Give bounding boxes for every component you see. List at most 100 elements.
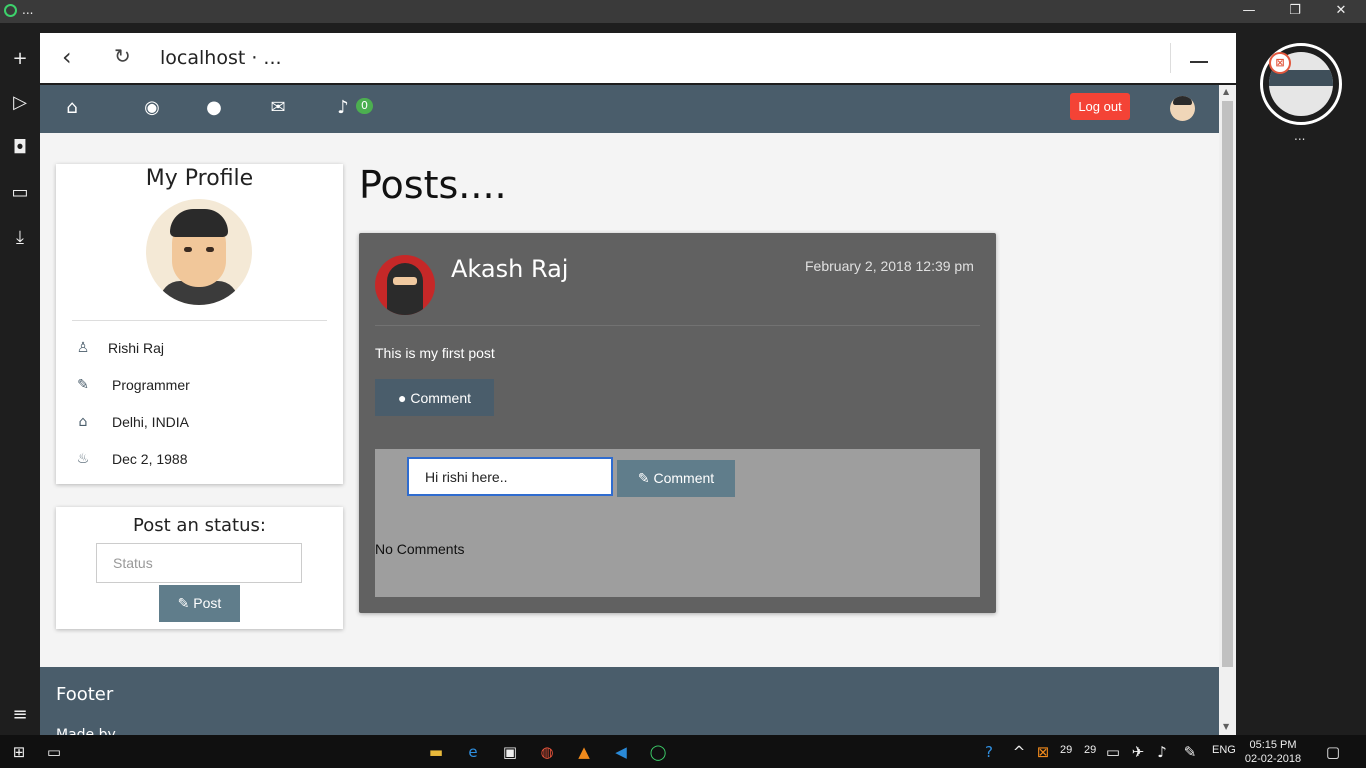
play-icon[interactable]: ▷ <box>8 91 32 115</box>
page-footer: Footer Made by <box>40 667 1219 735</box>
windows-start-icon[interactable]: ⊞ <box>8 741 30 763</box>
male-icon: ♙ <box>76 340 90 356</box>
help-icon[interactable]: ? <box>978 741 1000 763</box>
volume-icon[interactable]: ♪ <box>1151 741 1173 763</box>
pencil-icon: ✎ <box>637 470 654 486</box>
speed-dial-panel: ⊠ ... <box>1236 23 1366 740</box>
comment-toggle-label: Comment <box>410 389 472 406</box>
post-button[interactable]: ✎ Post <box>159 585 240 622</box>
task-view-icon[interactable]: ▭ <box>43 741 65 763</box>
globe-icon[interactable]: ◉ <box>141 97 163 118</box>
scroll-down-icon[interactable]: ▼ <box>1223 722 1229 731</box>
url-text[interactable]: localhost · ... <box>160 47 282 69</box>
speed-dial-label: ... <box>1294 129 1306 143</box>
profile-card: My Profile ♙ Rishi Raj ✎ Programmer ⌂ De… <box>56 164 343 484</box>
comment-submit-label: Comment <box>653 470 715 486</box>
comment-submit-button[interactable]: ✎ Comment <box>617 460 735 497</box>
tray-value-1: 29 <box>1060 744 1073 756</box>
speech-bubble-icon: ● <box>397 389 411 406</box>
profile-title: My Profile <box>145 166 254 191</box>
chrome-icon[interactable]: ◍ <box>536 741 558 763</box>
chevron-up-icon[interactable]: ^ <box>1008 741 1030 763</box>
add-icon[interactable]: + <box>8 47 32 71</box>
xampp-tray-icon[interactable]: ⊠ <box>1032 741 1054 763</box>
vlc-icon[interactable]: ▲ <box>573 741 595 763</box>
airplane-icon[interactable]: ✈ <box>1127 741 1149 763</box>
clock[interactable]: 05:15 PM 02-02-2018 <box>1243 738 1303 766</box>
photos-icon[interactable]: ▣ <box>499 741 521 763</box>
post-author-avatar <box>375 255 435 315</box>
profile-birthday-row: ♨ Dec 2, 1988 <box>56 449 343 473</box>
pencil-icon: ✎ <box>177 595 194 611</box>
opera-logo-icon <box>4 4 17 17</box>
reload-icon[interactable]: ↻ <box>114 44 131 68</box>
xampp-icon: ⊠ <box>1269 52 1291 74</box>
image-icon[interactable]: ▭ <box>8 181 32 205</box>
avatar[interactable] <box>1170 96 1195 121</box>
close-button[interactable]: ✕ <box>1318 0 1364 23</box>
profile-name: Rishi Raj <box>108 340 165 356</box>
post-body: This is my first post <box>375 345 495 361</box>
pencil-icon: ✎ <box>77 377 89 393</box>
divider <box>1170 43 1171 73</box>
language-indicator[interactable]: ENG <box>1212 744 1236 756</box>
page-title: Posts.... <box>359 163 507 207</box>
page-scrollbar[interactable]: ▲ ▼ <box>1219 85 1236 735</box>
profile-location-row: ⌂ Delhi, INDIA <box>56 412 343 436</box>
notifications-icon[interactable]: ▢ <box>1322 741 1344 763</box>
comment-input[interactable] <box>407 457 613 496</box>
profile-name-row: ♙ Rishi Raj <box>56 338 343 362</box>
birthday-cake-icon: ♨ <box>76 451 90 467</box>
minimize-popup-icon[interactable] <box>1190 61 1208 63</box>
status-title: Post an status: <box>133 515 266 536</box>
clock-date: 02-02-2018 <box>1244 753 1302 765</box>
profile-birthday: Dec 2, 1988 <box>112 451 188 467</box>
window-titlebar: ... — ❐ ✕ <box>0 0 1366 23</box>
divider <box>72 320 327 321</box>
post-card: Akash Raj February 2, 2018 12:39 pm This… <box>359 233 996 613</box>
profile-occupation: Programmer <box>112 377 190 393</box>
download-icon[interactable]: ⤓ <box>8 226 32 250</box>
windows-taskbar: ⊞ ▭ ▬ e ▣ ◍ ▲ ◀ ◯ ? ^ ⊠ 29 29 ▭ ✈ ♪ ✎ EN… <box>0 735 1366 768</box>
mail-icon[interactable]: ✉ <box>267 97 289 118</box>
user-icon[interactable]: ● <box>203 97 225 118</box>
back-icon[interactable]: ‹ <box>62 43 72 71</box>
post-button-label: Post <box>193 595 222 611</box>
minimize-button[interactable]: — <box>1226 0 1272 23</box>
tray-value-2: 29 <box>1084 744 1097 756</box>
logout-button[interactable]: Log out <box>1070 93 1130 120</box>
home-icon[interactable]: ⌂ <box>61 97 83 118</box>
clock-time: 05:15 PM <box>1249 739 1297 751</box>
address-bar: ‹ ↻ localhost · ... <box>40 33 1236 83</box>
camera-icon[interactable]: ◘ <box>8 136 32 160</box>
profile-occupation-row: ✎ Programmer <box>56 375 343 399</box>
page-viewport: ⌂ ◉ ● ✉ ♪ 0 Log out My Profile ♙ Rishi R… <box>40 85 1219 735</box>
restore-button[interactable]: ❐ <box>1272 0 1318 23</box>
profile-avatar <box>146 199 252 305</box>
speed-dial-thumbnail[interactable]: ⊠ <box>1260 43 1342 125</box>
divider <box>375 325 980 326</box>
post-timestamp: February 2, 2018 12:39 pm <box>805 258 974 274</box>
footer-title: Footer <box>56 684 114 705</box>
notification-badge: 0 <box>356 98 373 114</box>
profile-location: Delhi, INDIA <box>112 414 190 430</box>
browser-sidebar: + ▷ ◘ ▭ ⤓ ≡ <box>0 23 40 740</box>
comment-section: ✎ Comment No Comments <box>375 449 980 597</box>
footer-made-by: Made by <box>56 727 116 735</box>
menu-icon[interactable]: ≡ <box>8 703 32 727</box>
home-icon: ⌂ <box>78 414 88 430</box>
pen-icon[interactable]: ✎ <box>1179 741 1201 763</box>
bell-icon[interactable]: ♪ <box>332 97 354 118</box>
status-input[interactable] <box>96 543 302 583</box>
no-comments-text: No Comments <box>375 541 465 557</box>
scrollbar-thumb[interactable] <box>1222 101 1233 667</box>
post-author[interactable]: Akash Raj <box>451 255 568 283</box>
opera-neon-icon[interactable]: ◯ <box>647 741 669 763</box>
battery-icon[interactable]: ▭ <box>1102 741 1124 763</box>
comment-toggle-button[interactable]: ● Comment <box>375 379 494 416</box>
status-card: Post an status: ✎ Post <box>56 507 343 629</box>
vscode-icon[interactable]: ◀ <box>610 741 632 763</box>
file-explorer-icon[interactable]: ▬ <box>425 741 447 763</box>
edge-icon[interactable]: e <box>462 741 484 763</box>
scroll-up-icon[interactable]: ▲ <box>1223 87 1229 96</box>
